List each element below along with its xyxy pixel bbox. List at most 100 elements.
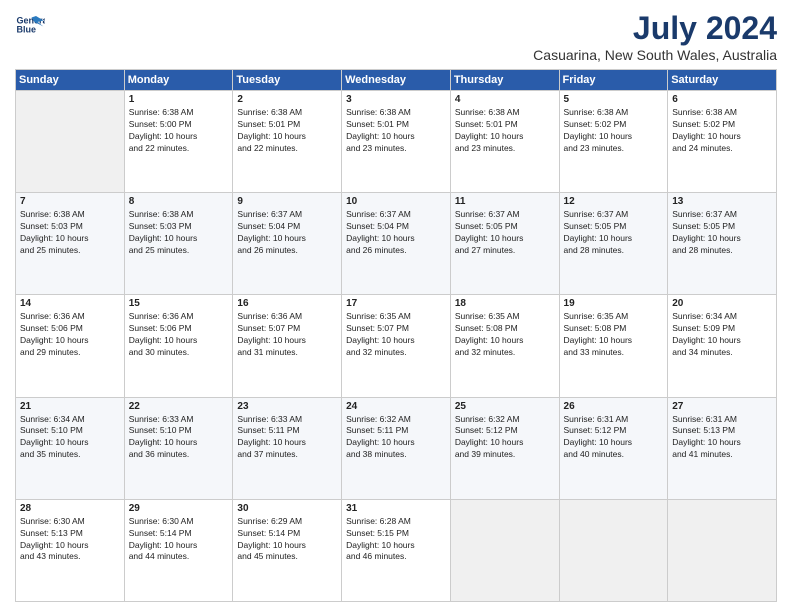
day-info: Sunrise: 6:35 AM Sunset: 5:07 PM Dayligh…: [346, 311, 446, 359]
day-info: Sunrise: 6:38 AM Sunset: 5:03 PM Dayligh…: [20, 209, 120, 257]
week-row-3: 14Sunrise: 6:36 AM Sunset: 5:06 PM Dayli…: [16, 295, 777, 397]
header: General Blue July 2024 Casuarina, New So…: [15, 10, 777, 63]
day-info: Sunrise: 6:38 AM Sunset: 5:01 PM Dayligh…: [455, 107, 555, 155]
day-number: 3: [346, 94, 446, 105]
day-cell: 20 Sunrise: 6:34 AM Sunset: 5:09 PM Dayli…: [668, 295, 777, 397]
day-cell: 16Sunrise: 6:36 AM Sunset: 5:07 PM Dayli…: [233, 295, 342, 397]
day-number: 20: [672, 298, 772, 309]
day-info: Sunrise: 6:35 AM Sunset: 5:08 PM Dayligh…: [564, 311, 664, 359]
column-header-monday: Monday: [124, 70, 233, 91]
day-cell: 3 Sunrise: 6:38 AM Sunset: 5:01 PM Daylig…: [342, 91, 451, 193]
day-cell: [559, 499, 668, 601]
logo-icon: General Blue: [15, 10, 45, 40]
day-info: Sunrise: 6:32 AM Sunset: 5:11 PM Dayligh…: [346, 414, 446, 462]
day-cell: 9 Sunrise: 6:37 AM Sunset: 5:04 PM Daylig…: [233, 193, 342, 295]
day-cell: [668, 499, 777, 601]
day-info: Sunrise: 6:30 AM Sunset: 5:14 PM Dayligh…: [129, 516, 229, 564]
day-cell: 28Sunrise: 6:30 AM Sunset: 5:13 PM Dayli…: [16, 499, 125, 601]
day-number: 30: [237, 503, 337, 514]
day-info: Sunrise: 6:32 AM Sunset: 5:12 PM Dayligh…: [455, 414, 555, 462]
day-number: 10: [346, 196, 446, 207]
column-header-tuesday: Tuesday: [233, 70, 342, 91]
day-cell: 25 Sunrise: 6:32 AM Sunset: 5:12 PM Dayli…: [450, 397, 559, 499]
day-number: 22: [129, 401, 229, 412]
day-cell: 30 Sunrise: 6:29 AM Sunset: 5:14 PM Dayli…: [233, 499, 342, 601]
day-number: 19: [564, 298, 664, 309]
day-cell: 18Sunrise: 6:35 AM Sunset: 5:08 PM Dayli…: [450, 295, 559, 397]
day-number: 11: [455, 196, 555, 207]
day-info: Sunrise: 6:38 AM Sunset: 5:00 PM Dayligh…: [129, 107, 229, 155]
day-info: Sunrise: 6:38 AM Sunset: 5:02 PM Dayligh…: [564, 107, 664, 155]
day-cell: [450, 499, 559, 601]
day-cell: 19 Sunrise: 6:35 AM Sunset: 5:08 PM Dayli…: [559, 295, 668, 397]
day-info: Sunrise: 6:37 AM Sunset: 5:05 PM Dayligh…: [672, 209, 772, 257]
day-number: 24: [346, 401, 446, 412]
day-cell: 11 Sunrise: 6:37 AM Sunset: 5:05 PM Dayli…: [450, 193, 559, 295]
day-number: 5: [564, 94, 664, 105]
column-header-thursday: Thursday: [450, 70, 559, 91]
week-row-2: 7 Sunrise: 6:38 AM Sunset: 5:03 PM Daylig…: [16, 193, 777, 295]
day-cell: 10 Sunrise: 6:37 AM Sunset: 5:04 PM Dayli…: [342, 193, 451, 295]
header-row: SundayMondayTuesdayWednesdayThursdayFrid…: [16, 70, 777, 91]
day-info: Sunrise: 6:31 AM Sunset: 5:12 PM Dayligh…: [564, 414, 664, 462]
day-info: Sunrise: 6:37 AM Sunset: 5:04 PM Dayligh…: [346, 209, 446, 257]
day-number: 18: [455, 298, 555, 309]
day-cell: 4 Sunrise: 6:38 AM Sunset: 5:01 PM Daylig…: [450, 91, 559, 193]
day-number: 4: [455, 94, 555, 105]
week-row-5: 28Sunrise: 6:30 AM Sunset: 5:13 PM Dayli…: [16, 499, 777, 601]
column-header-saturday: Saturday: [668, 70, 777, 91]
day-number: 26: [564, 401, 664, 412]
day-cell: 1 Sunrise: 6:38 AM Sunset: 5:00 PM Daylig…: [124, 91, 233, 193]
title-block: July 2024 Casuarina, New South Wales, Au…: [533, 10, 777, 63]
week-row-4: 21Sunrise: 6:34 AM Sunset: 5:10 PM Dayli…: [16, 397, 777, 499]
day-cell: 8Sunrise: 6:38 AM Sunset: 5:03 PM Daylig…: [124, 193, 233, 295]
day-cell: 23Sunrise: 6:33 AM Sunset: 5:11 PM Dayli…: [233, 397, 342, 499]
day-number: 17: [346, 298, 446, 309]
day-info: Sunrise: 6:37 AM Sunset: 5:04 PM Dayligh…: [237, 209, 337, 257]
day-info: Sunrise: 6:37 AM Sunset: 5:05 PM Dayligh…: [455, 209, 555, 257]
day-cell: 2 Sunrise: 6:38 AM Sunset: 5:01 PM Daylig…: [233, 91, 342, 193]
day-cell: 6 Sunrise: 6:38 AM Sunset: 5:02 PM Daylig…: [668, 91, 777, 193]
main-title: July 2024: [533, 10, 777, 47]
day-number: 27: [672, 401, 772, 412]
day-number: 1: [129, 94, 229, 105]
day-info: Sunrise: 6:29 AM Sunset: 5:14 PM Dayligh…: [237, 516, 337, 564]
day-number: 16: [237, 298, 337, 309]
day-number: 14: [20, 298, 120, 309]
page: General Blue July 2024 Casuarina, New So…: [0, 0, 792, 612]
subtitle: Casuarina, New South Wales, Australia: [533, 47, 777, 63]
day-info: Sunrise: 6:28 AM Sunset: 5:15 PM Dayligh…: [346, 516, 446, 564]
day-number: 7: [20, 196, 120, 207]
week-row-1: 1 Sunrise: 6:38 AM Sunset: 5:00 PM Daylig…: [16, 91, 777, 193]
day-number: 9: [237, 196, 337, 207]
day-cell: 15Sunrise: 6:36 AM Sunset: 5:06 PM Dayli…: [124, 295, 233, 397]
day-number: 13: [672, 196, 772, 207]
day-cell: 31 Sunrise: 6:28 AM Sunset: 5:15 PM Dayli…: [342, 499, 451, 601]
day-number: 25: [455, 401, 555, 412]
day-number: 2: [237, 94, 337, 105]
day-info: Sunrise: 6:34 AM Sunset: 5:09 PM Dayligh…: [672, 311, 772, 359]
day-info: Sunrise: 6:38 AM Sunset: 5:01 PM Dayligh…: [346, 107, 446, 155]
day-info: Sunrise: 6:31 AM Sunset: 5:13 PM Dayligh…: [672, 414, 772, 462]
day-cell: 17 Sunrise: 6:35 AM Sunset: 5:07 PM Dayli…: [342, 295, 451, 397]
day-info: Sunrise: 6:33 AM Sunset: 5:10 PM Dayligh…: [129, 414, 229, 462]
day-cell: 27 Sunrise: 6:31 AM Sunset: 5:13 PM Dayli…: [668, 397, 777, 499]
column-header-friday: Friday: [559, 70, 668, 91]
day-info: Sunrise: 6:37 AM Sunset: 5:05 PM Dayligh…: [564, 209, 664, 257]
svg-text:Blue: Blue: [17, 25, 37, 35]
day-cell: 13 Sunrise: 6:37 AM Sunset: 5:05 PM Dayli…: [668, 193, 777, 295]
day-number: 31: [346, 503, 446, 514]
day-cell: 21Sunrise: 6:34 AM Sunset: 5:10 PM Dayli…: [16, 397, 125, 499]
day-number: 12: [564, 196, 664, 207]
column-header-sunday: Sunday: [16, 70, 125, 91]
day-number: 8: [129, 196, 229, 207]
day-number: 29: [129, 503, 229, 514]
day-cell: 24 Sunrise: 6:32 AM Sunset: 5:11 PM Dayli…: [342, 397, 451, 499]
day-cell: 7 Sunrise: 6:38 AM Sunset: 5:03 PM Daylig…: [16, 193, 125, 295]
day-number: 15: [129, 298, 229, 309]
day-info: Sunrise: 6:38 AM Sunset: 5:02 PM Dayligh…: [672, 107, 772, 155]
day-info: Sunrise: 6:33 AM Sunset: 5:11 PM Dayligh…: [237, 414, 337, 462]
day-cell: 22 Sunrise: 6:33 AM Sunset: 5:10 PM Dayli…: [124, 397, 233, 499]
day-number: 6: [672, 94, 772, 105]
day-info: Sunrise: 6:38 AM Sunset: 5:01 PM Dayligh…: [237, 107, 337, 155]
